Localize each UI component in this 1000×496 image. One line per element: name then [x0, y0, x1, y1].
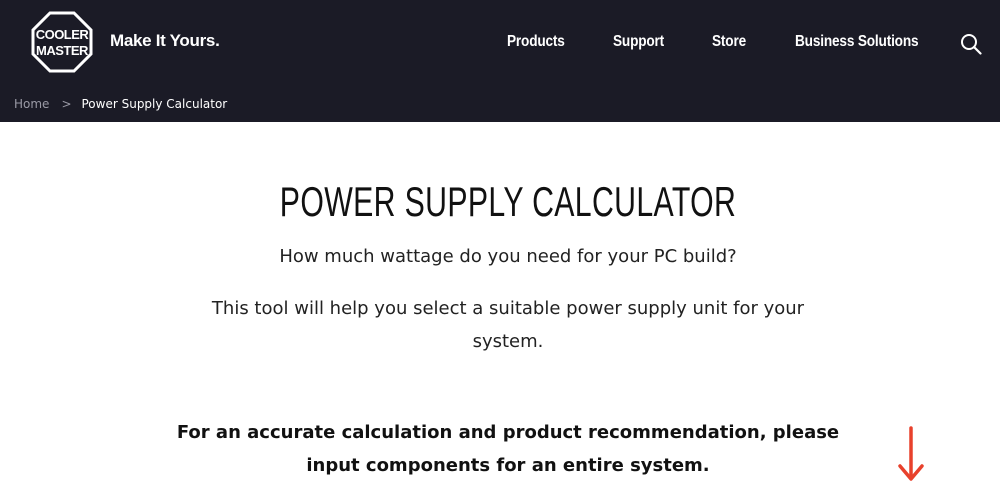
- page-description: This tool will help you select a suitabl…: [211, 298, 805, 352]
- logo-line-2: MASTER: [36, 43, 89, 58]
- logo-line-1: COOLER: [36, 27, 90, 42]
- nav-business-solutions[interactable]: Business Solutions: [795, 33, 919, 51]
- accuracy-notice: For an accurate calculation and product …: [176, 422, 840, 476]
- brand-tagline: Make It Yours.: [110, 31, 220, 50]
- search-icon[interactable]: [960, 33, 982, 55]
- site-header: COOLER MASTER Make It Yours. Products Su…: [0, 0, 1000, 122]
- cooler-master-logo[interactable]: COOLER MASTER: [30, 10, 94, 74]
- breadcrumb-current: Power Supply Calculator: [81, 97, 228, 111]
- nav-store[interactable]: Store: [712, 33, 746, 51]
- breadcrumb: Home > Power Supply Calculator: [14, 97, 227, 111]
- nav-products[interactable]: Products: [507, 33, 565, 51]
- arrow-down-icon: [898, 426, 924, 481]
- page-title: POWER SUPPLY CALCULATOR: [279, 178, 737, 225]
- breadcrumb-separator: >: [61, 97, 72, 111]
- page-subtitle: How much wattage do you need for your PC…: [279, 246, 737, 267]
- breadcrumb-home-link[interactable]: Home: [14, 97, 49, 111]
- nav-support[interactable]: Support: [613, 33, 664, 51]
